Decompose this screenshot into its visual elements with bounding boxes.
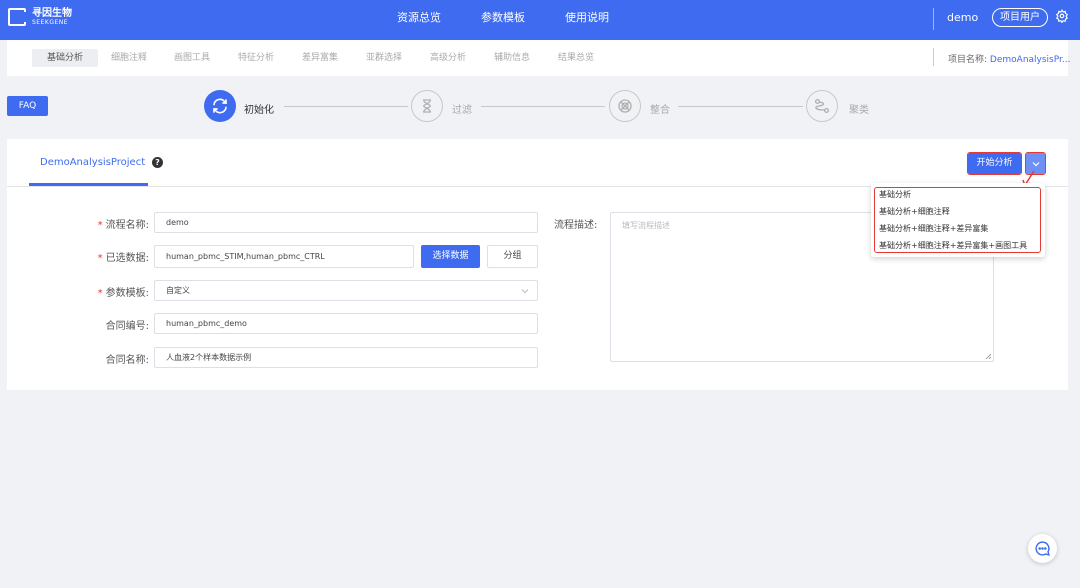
user-role-badge[interactable]: 项目用户 [992, 8, 1048, 27]
required-mark: * [97, 253, 103, 264]
subnav-divider [933, 48, 934, 66]
logo-text-en: SEEKGENE [32, 18, 69, 26]
chat-icon[interactable] [1028, 534, 1057, 563]
flow-name-input[interactable]: demo [154, 212, 538, 233]
dropdown-item-basic-annotation[interactable]: 基础分析+细胞注释 [879, 206, 950, 217]
subnav-tab-results[interactable]: 结果总览 [558, 49, 594, 67]
top-bar: 寻因生物 SEEKGENE 资源总览 参数模板 使用说明 demo 项目用户 [0, 0, 1080, 40]
project-label-text: 项目名称: [948, 55, 988, 65]
flow-desc-placeholder: 填写流程描述 [622, 221, 670, 230]
analysis-dropdown-menu: 基础分析 基础分析+细胞注释 基础分析+细胞注释+差异富集 基础分析+细胞注释+… [871, 183, 1045, 257]
gear-icon[interactable] [1055, 9, 1069, 23]
selected-data-label: * 已选数据: [98, 249, 149, 264]
subnav-tab-cell-annotation[interactable]: 细胞注释 [111, 49, 147, 67]
contract-name-label: 合同名称: [105, 355, 149, 366]
project-name-value[interactable]: DemoAnalysisPr... [990, 55, 1071, 65]
dropdown-item-full[interactable]: 基础分析+细胞注释+差异富集+画图工具 [879, 240, 1027, 251]
project-tab-label: DemoAnalysisProject [40, 157, 146, 168]
selected-data-input[interactable]: human_pbmc_STIM,human_pbmc_CTRL [154, 245, 414, 268]
logo[interactable]: 寻因生物 SEEKGENE [8, 8, 72, 26]
step-label-cluster: 聚类 [849, 105, 869, 116]
param-template-select[interactable]: 自定义 [154, 280, 538, 301]
top-nav: 资源总览 参数模板 使用说明 [0, 0, 1080, 40]
contract-no-input[interactable]: human_pbmc_demo [154, 313, 538, 334]
flow-name-label-text: 流程名称: [105, 220, 149, 231]
required-mark: * [97, 288, 103, 299]
project-name-label: 项目名称: DemoAnalysisPr... [948, 52, 1070, 65]
cluster-icon[interactable] [806, 90, 838, 122]
step-connector [284, 106, 408, 107]
user-name[interactable]: demo [947, 11, 978, 24]
subnav-tab-subcluster[interactable]: 亚群选择 [366, 49, 402, 67]
step-label-init: 初始化 [244, 105, 274, 116]
select-data-button[interactable]: 选择数据 [421, 245, 480, 268]
logo-icon [8, 8, 26, 26]
subnav-tab-diff-enrich[interactable]: 差异富集 [302, 49, 338, 67]
group-button[interactable]: 分组 [487, 245, 538, 268]
param-template-label-text: 参数模板: [105, 288, 149, 299]
subnav-tab-basic-analysis[interactable]: 基础分析 [32, 49, 99, 67]
help-icon[interactable]: ? [152, 157, 163, 168]
subnav-tab-feature-analysis[interactable]: 特征分析 [238, 49, 274, 67]
subnav-tab-plot-tools[interactable]: 画图工具 [174, 49, 210, 67]
selected-data-label-text: 已选数据: [105, 253, 149, 264]
sub-nav: 基础分析 细胞注释 画图工具 特征分析 差异富集 亚群选择 高级分析 辅助信息 … [7, 40, 1070, 76]
refresh-icon[interactable] [204, 90, 236, 122]
tab-project[interactable]: DemoAnalysisProject [29, 139, 148, 185]
nav-param-template[interactable]: 参数模板 [481, 9, 525, 25]
logo-text-cn: 寻因生物 [32, 7, 72, 19]
step-connector [678, 106, 803, 107]
step-label-filter: 过滤 [452, 105, 472, 116]
flow-name-label: * 流程名称: [98, 216, 149, 231]
subnav-tab-aux-info[interactable]: 辅助信息 [494, 49, 530, 67]
start-analysis-button[interactable]: 开始分析 [967, 152, 1022, 175]
contract-name-input[interactable]: 人血液2个样本数据示例 [154, 347, 538, 368]
dropdown-item-basic[interactable]: 基础分析 [879, 189, 911, 200]
step-label-integrate: 整合 [650, 105, 670, 116]
project-card: DemoAnalysisProject ? 开始分析 * 流程名称: demo *… [7, 139, 1068, 390]
chevron-down-icon [521, 289, 529, 294]
resize-grip-icon[interactable] [985, 353, 991, 359]
param-template-value: 自定义 [166, 286, 190, 295]
faq-button[interactable]: FAQ [7, 96, 48, 116]
hourglass-icon[interactable] [411, 90, 443, 122]
flow-desc-label: 流程描述: [554, 220, 598, 231]
nav-resource-overview[interactable]: 资源总览 [397, 9, 441, 25]
integrate-icon[interactable] [609, 90, 641, 122]
dropdown-item-basic-annotation-diff[interactable]: 基础分析+细胞注释+差异富集 [879, 223, 988, 234]
header-divider [933, 8, 934, 30]
param-template-label: * 参数模板: [98, 284, 149, 299]
required-mark: * [97, 220, 103, 231]
subnav-tab-advanced[interactable]: 高级分析 [430, 49, 466, 67]
nav-user-guide[interactable]: 使用说明 [565, 9, 609, 25]
step-connector [481, 106, 605, 107]
contract-no-label: 合同编号: [105, 321, 149, 332]
